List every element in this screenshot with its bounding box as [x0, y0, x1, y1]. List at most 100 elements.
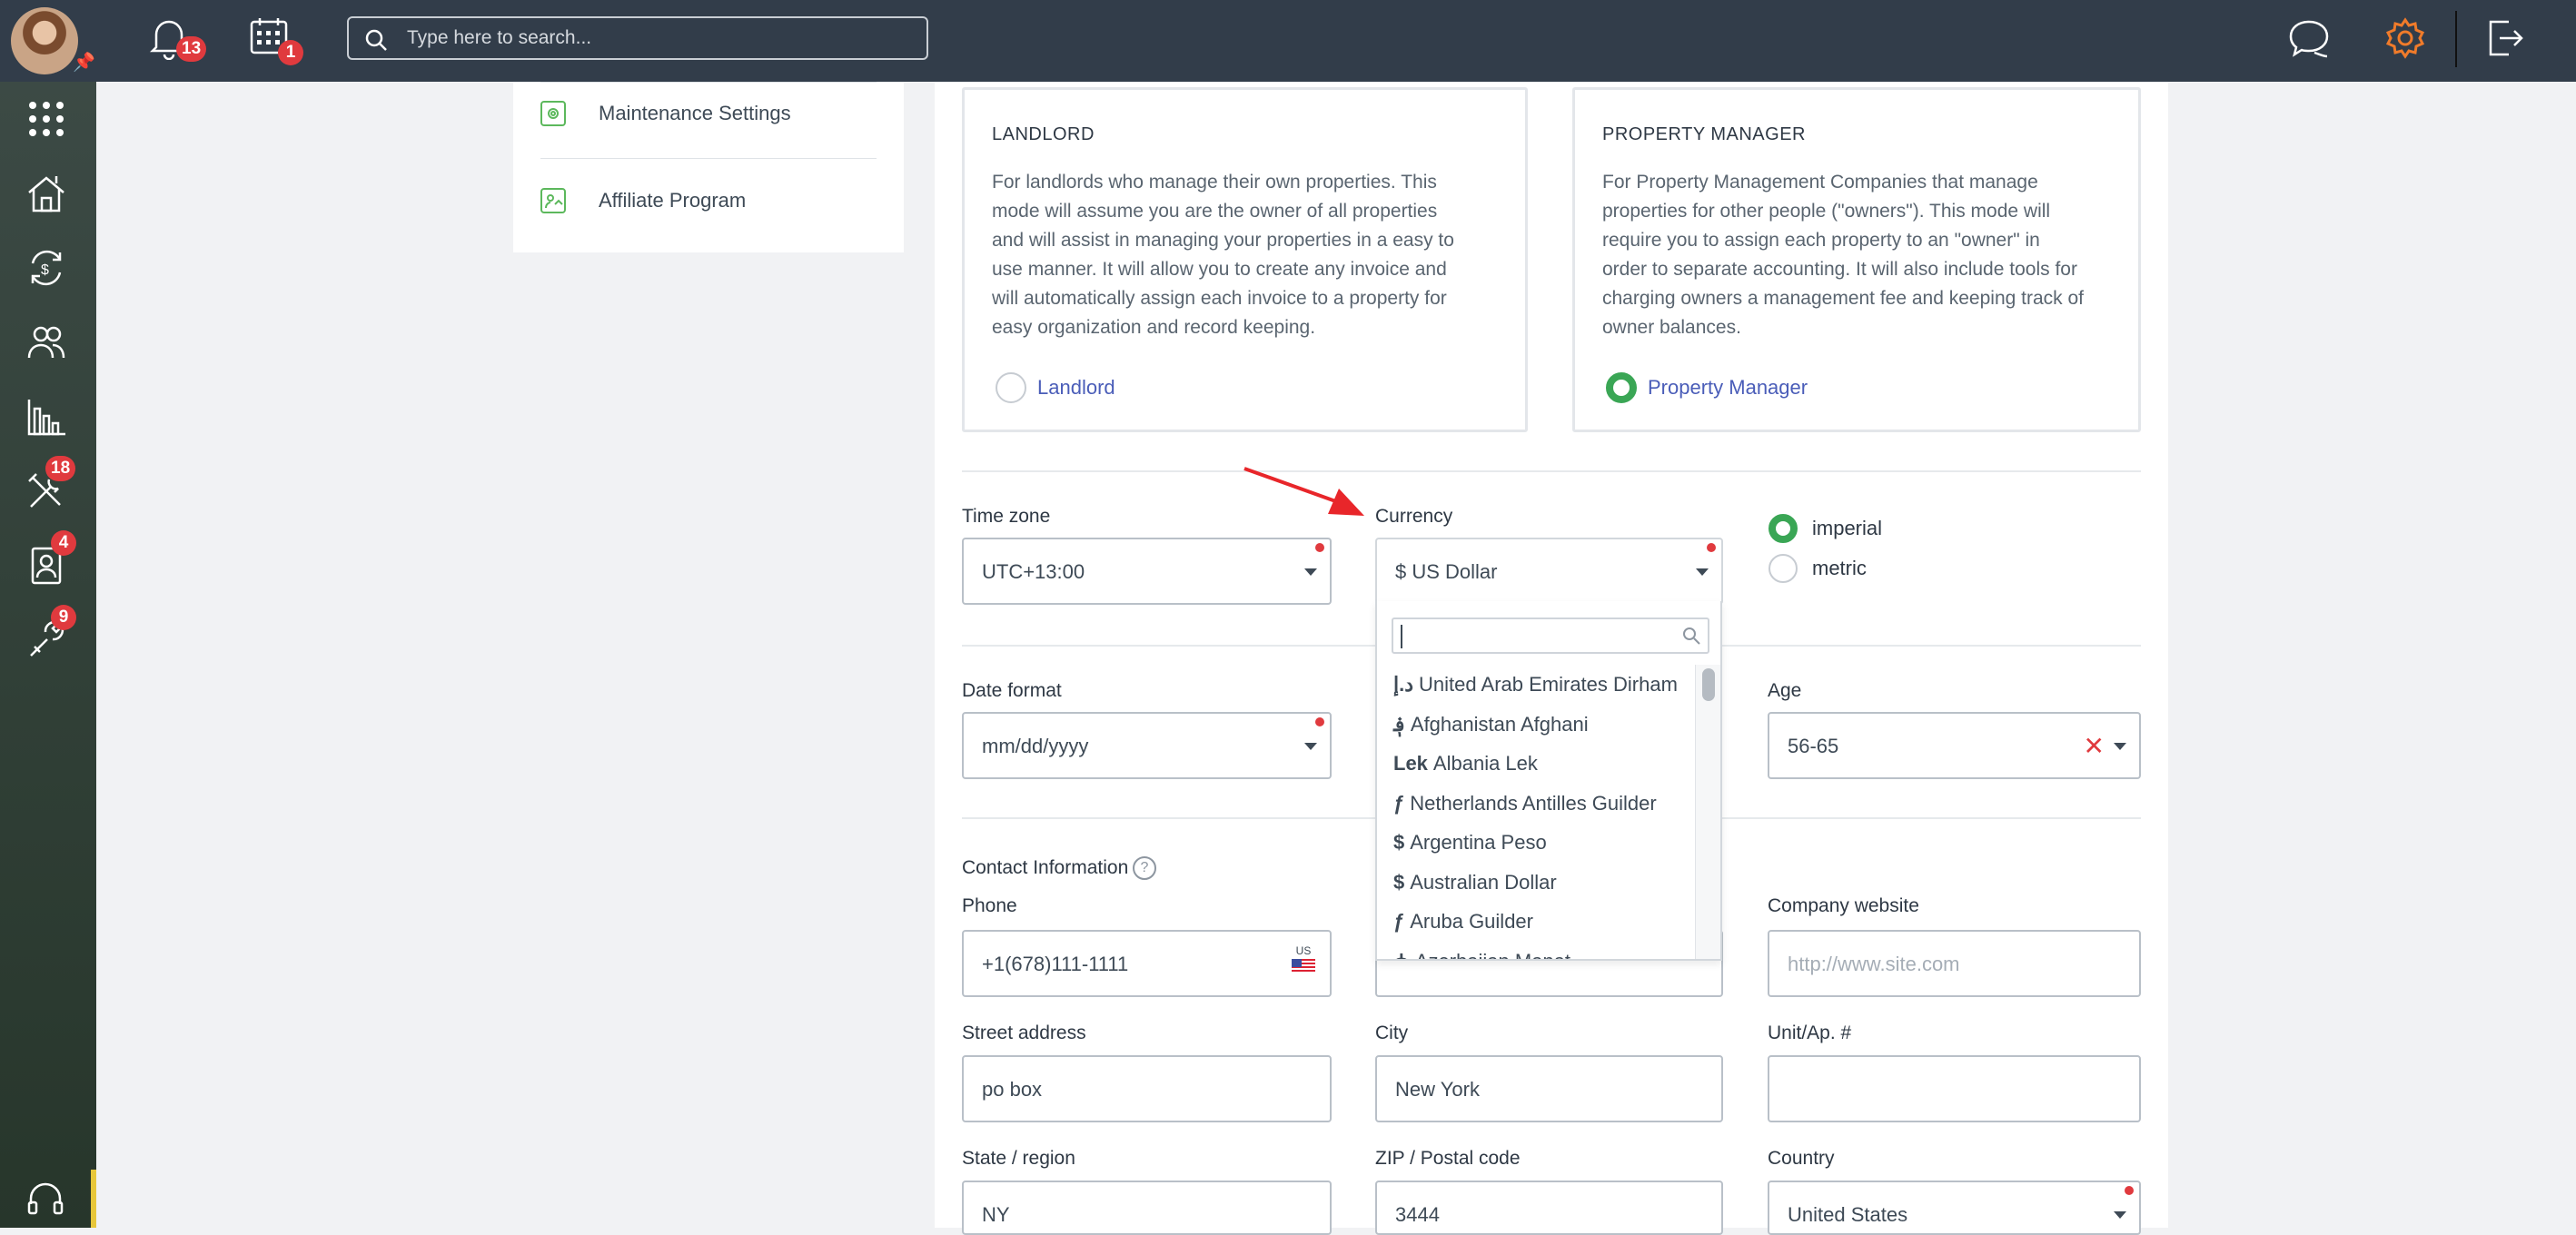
date-format-label: Date format: [962, 680, 1062, 701]
state-input[interactable]: NY: [962, 1181, 1332, 1235]
section-divider: [962, 470, 2141, 472]
menu-item-label: Maintenance Settings: [599, 102, 791, 124]
city-label: City: [1375, 1023, 1409, 1043]
property-manager-title: PROPERTY MANAGER: [1602, 124, 1806, 144]
help-icon[interactable]: ?: [1133, 856, 1156, 880]
zip-label: ZIP / Postal code: [1375, 1148, 1521, 1169]
metric-label[interactable]: metric: [1812, 557, 1867, 580]
unit-label: Unit/Ap. #: [1768, 1023, 1852, 1043]
maintenance-settings-icon: [540, 101, 566, 126]
grid-icon: [29, 102, 64, 136]
currency-options-list: د.إ United Arab Emirates Dirham ؋ Afghanis…: [1377, 665, 1693, 960]
headset-icon: [27, 1182, 64, 1215]
timezone-label: Time zone: [962, 506, 1051, 527]
chat-icon[interactable]: [2287, 16, 2338, 67]
chevron-down-icon: [2114, 1211, 2126, 1219]
logout-icon[interactable]: [2485, 16, 2536, 67]
settings-menu: Maintenance Settings Affiliate Program: [513, 82, 904, 252]
currency-option[interactable]: ƒ Netherlands Antilles Guilder: [1377, 784, 1693, 824]
notifications-count-badge: 13: [176, 36, 207, 62]
unit-input[interactable]: [1768, 1055, 2141, 1122]
currency-option[interactable]: $ Australian Dollar: [1377, 863, 1693, 903]
main-sidebar: $ 18 4 9: [0, 82, 96, 1228]
currency-option[interactable]: د.إ United Arab Emirates Dirham: [1377, 665, 1693, 705]
menu-divider: [540, 82, 877, 83]
notifications-bell-icon[interactable]: 13: [149, 16, 207, 67]
dropdown-scrollbar[interactable]: [1695, 665, 1720, 959]
company-website-label: Company website: [1768, 895, 1919, 916]
imperial-radio[interactable]: [1769, 514, 1798, 543]
currency-option[interactable]: Lek Albania Lek: [1377, 744, 1693, 784]
annotation-arrow-icon: [1243, 467, 1364, 516]
country-label: Country: [1768, 1148, 1835, 1169]
house-icon: [28, 176, 64, 212]
imperial-label[interactable]: imperial: [1812, 517, 1882, 540]
chevron-down-icon: [2114, 743, 2126, 750]
search-icon: [1683, 627, 1700, 645]
topbar-divider: [2455, 11, 2457, 67]
phone-label: Phone: [962, 895, 1017, 916]
state-label: State / region: [962, 1148, 1075, 1169]
property-manager-radio-label[interactable]: Property Manager: [1648, 376, 1808, 400]
metric-radio[interactable]: [1769, 554, 1798, 583]
zip-input[interactable]: 3444: [1375, 1181, 1723, 1235]
landlord-radio-label[interactable]: Landlord: [1037, 376, 1115, 400]
landlord-radio[interactable]: [996, 372, 1026, 403]
phone-input[interactable]: +1(678)111-1111 US: [962, 930, 1332, 997]
age-label: Age: [1768, 680, 1802, 701]
svg-text:$: $: [41, 262, 49, 278]
required-indicator: [1315, 543, 1324, 552]
menu-item-affiliate-program[interactable]: Affiliate Program: [540, 178, 746, 223]
chevron-down-icon: [1696, 568, 1709, 576]
us-flag-icon[interactable]: US: [1292, 944, 1315, 973]
sidebar-item-reports[interactable]: [0, 380, 96, 452]
company-website-input[interactable]: http://www.site.com: [1768, 930, 2141, 997]
sidebar-item-apps[interactable]: [0, 82, 96, 154]
sidebar-item-tenants[interactable]: [0, 305, 96, 378]
clear-icon[interactable]: ✕: [2084, 734, 2105, 759]
currency-exchange-icon: $: [31, 250, 62, 286]
contact-info-heading: Contact Information: [962, 857, 1129, 878]
sidebar-item-applicants[interactable]: 4: [0, 529, 96, 601]
currency-search-input[interactable]: [1392, 618, 1709, 654]
scrollbar-thumb[interactable]: [1702, 668, 1715, 701]
street-input[interactable]: po box: [962, 1055, 1332, 1122]
currency-option[interactable]: ƒ Aruba Guilder: [1377, 902, 1693, 942]
landlord-mode-card[interactable]: LANDLORD For landlords who manage their …: [962, 87, 1528, 432]
property-manager-description: For Property Management Companies that m…: [1602, 172, 2084, 338]
chevron-down-icon: [1304, 568, 1317, 576]
applicants-count-badge: 4: [51, 530, 76, 556]
affiliate-program-icon: [540, 188, 566, 213]
people-icon: [27, 326, 65, 359]
settings-gear-icon[interactable]: [2383, 16, 2434, 67]
currency-select[interactable]: $ US Dollar: [1375, 538, 1723, 605]
calendar-icon[interactable]: 1: [249, 16, 303, 67]
date-format-select[interactable]: mm/dd/yyyy: [962, 712, 1332, 779]
currency-dropdown: د.إ United Arab Emirates Dirham ؋ Afghanis…: [1375, 601, 1722, 961]
user-avatar[interactable]: [11, 7, 78, 74]
sidebar-item-maintenance[interactable]: 18: [0, 454, 96, 527]
currency-option[interactable]: $ Argentina Peso: [1377, 823, 1693, 863]
currency-label: Currency: [1375, 506, 1453, 527]
required-indicator: [1707, 543, 1716, 552]
city-input[interactable]: New York: [1375, 1055, 1723, 1122]
menu-item-maintenance-settings[interactable]: Maintenance Settings: [540, 91, 791, 136]
landlord-description: For landlords who manage their own prope…: [992, 172, 1454, 338]
property-manager-radio[interactable]: [1606, 372, 1637, 403]
global-search[interactable]: [347, 16, 928, 60]
property-manager-mode-card[interactable]: PROPERTY MANAGER For Property Management…: [1572, 87, 2141, 432]
age-select[interactable]: 56-65 ✕: [1768, 712, 2141, 779]
street-label: Street address: [962, 1023, 1086, 1043]
currency-option[interactable]: ؋ Afghanistan Afghani: [1377, 705, 1693, 745]
sidebar-item-support[interactable]: [0, 1170, 96, 1228]
pin-icon[interactable]: 📌: [73, 51, 95, 74]
tools-count-badge: 9: [51, 605, 76, 630]
search-input[interactable]: [407, 25, 916, 51]
country-select[interactable]: United States: [1768, 1181, 2141, 1235]
sidebar-item-tools[interactable]: 9: [0, 603, 96, 676]
currency-option[interactable]: ₼ Azerbaijan Manat: [1377, 942, 1693, 960]
sidebar-item-transactions[interactable]: $: [0, 231, 96, 303]
timezone-select[interactable]: UTC+13:00: [962, 538, 1332, 605]
maintenance-count-badge: 18: [45, 456, 76, 481]
sidebar-item-properties[interactable]: [0, 156, 96, 229]
